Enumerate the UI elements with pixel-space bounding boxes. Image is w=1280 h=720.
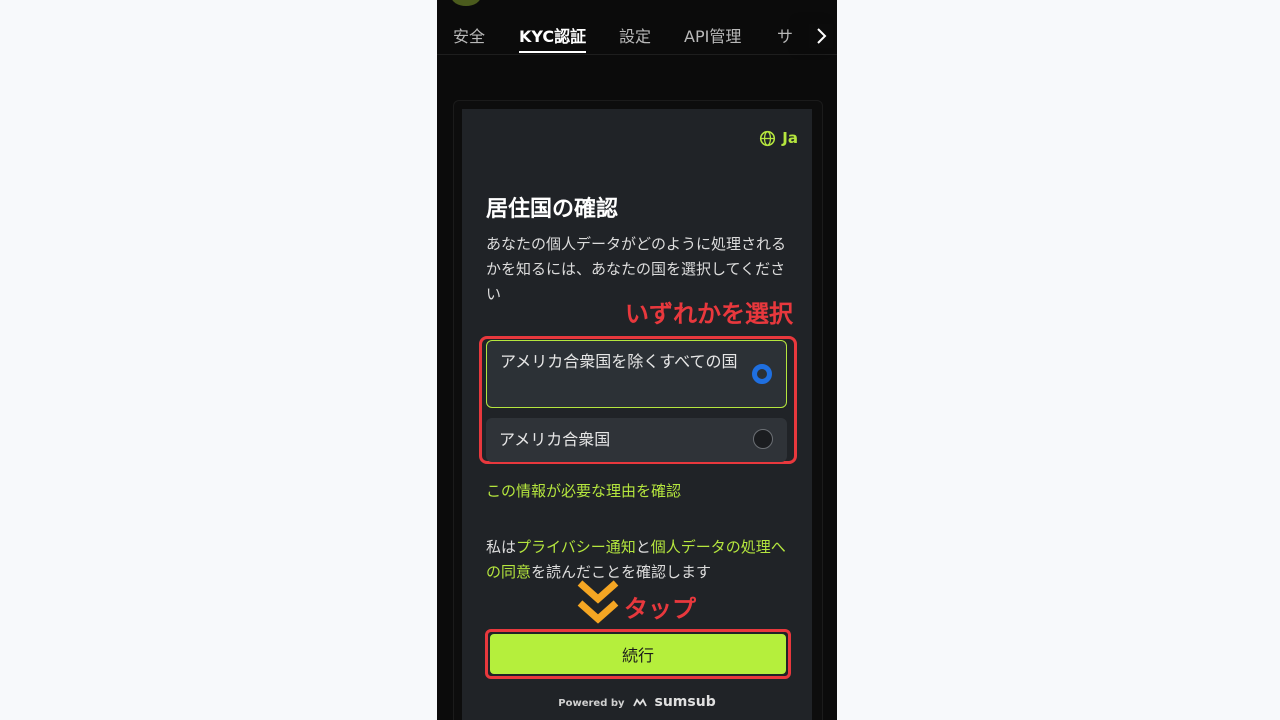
- language-label: Ja: [782, 129, 798, 147]
- consent-text: 私はプライバシー通知と個人データの処理への同意を読んだことを確認します: [486, 535, 791, 585]
- tap-annotation: タップ: [624, 595, 696, 623]
- sumsub-brand: sumsub: [654, 694, 716, 710]
- sumsub-logo-icon: [633, 698, 647, 707]
- tab-support[interactable]: サ: [777, 23, 793, 47]
- continue-button[interactable]: 続行: [490, 634, 786, 674]
- why-info-link[interactable]: この情報が必要な理由を確認: [486, 480, 681, 501]
- option-us[interactable]: アメリカ合衆国: [486, 418, 787, 462]
- radio-unselected[interactable]: [753, 429, 773, 449]
- powered-by-label: Powered by: [558, 698, 625, 709]
- tab-security[interactable]: 安全: [453, 23, 485, 47]
- avatar[interactable]: [451, 0, 481, 6]
- tab-kyc[interactable]: KYC認証: [519, 23, 586, 47]
- option-label: アメリカ合衆国を除くすべての国: [500, 352, 738, 371]
- double-chevron-down-icon: [577, 580, 619, 624]
- select-annotation: いずれかを選択: [625, 300, 793, 328]
- consent-mid: と: [635, 538, 651, 556]
- radio-selected[interactable]: [752, 364, 772, 384]
- globe-icon: [760, 130, 776, 146]
- option-all-except-us[interactable]: アメリカ合衆国を除くすべての国: [486, 340, 787, 408]
- active-tab-indicator: [519, 51, 586, 53]
- chevron-right-icon[interactable]: [809, 24, 833, 48]
- page-title: 居住国の確認: [486, 197, 619, 222]
- tab-bar: 安全 KYC認証 設定 API管理 サ: [437, 14, 837, 55]
- phone-screen: 安全 KYC認証 設定 API管理 サ Ja 居住国の確認 あなたの個人データが…: [437, 0, 837, 720]
- privacy-notice-link[interactable]: プライバシー通知: [516, 538, 636, 556]
- powered-by: Powered by sumsub: [462, 694, 812, 710]
- tab-api[interactable]: API管理: [684, 23, 741, 47]
- consent-prefix: 私は: [486, 538, 517, 556]
- language-selector[interactable]: Ja: [759, 129, 798, 147]
- kyc-card: Ja 居住国の確認 あなたの個人データがどのように処理されるかを知るには、あなた…: [462, 109, 812, 720]
- tab-settings[interactable]: 設定: [619, 23, 651, 47]
- option-label: アメリカ合衆国: [499, 430, 611, 449]
